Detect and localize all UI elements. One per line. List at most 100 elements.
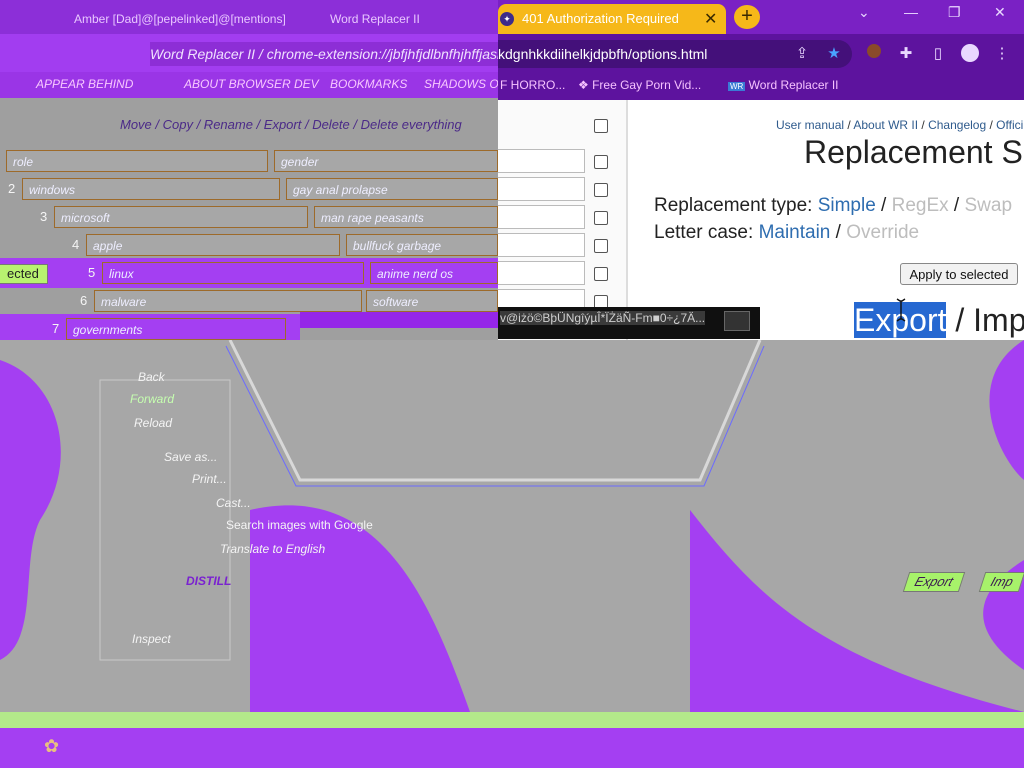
chevron-down-icon[interactable]: ⌄ [858, 4, 870, 21]
minimize-button[interactable]: — [904, 4, 918, 20]
official-link[interactable]: Offici [996, 118, 1023, 132]
ghost-row-number: 4 [72, 237, 80, 252]
text-cursor-icon [896, 298, 906, 322]
bookmark-label: Free Gay Porn Vid... [592, 78, 702, 92]
puzzle-icon[interactable]: ✚ [896, 44, 916, 64]
rule-input[interactable] [498, 261, 585, 285]
ghost-row-4-from[interactable]: apple [86, 234, 340, 256]
ghost-row-3-to[interactable]: man rape peasants [314, 206, 498, 228]
ctx-forward[interactable]: Forward [130, 392, 174, 406]
ghost-row-3-from[interactable]: microsoft [54, 206, 308, 228]
about-link[interactable]: About WR II [853, 118, 918, 132]
rule-input[interactable] [498, 233, 585, 257]
ghost-tab-2[interactable]: Word Replacer II [330, 6, 420, 32]
rule-checkbox[interactable] [594, 211, 608, 225]
bookmark-star-icon[interactable]: ★ [824, 44, 844, 64]
ctx-back[interactable]: Back [138, 370, 165, 384]
new-tab-button[interactable]: + [734, 5, 760, 29]
page-title: Replacement Se [804, 134, 1024, 170]
rule-checkbox[interactable] [594, 239, 608, 253]
glitch-text: v@iżö©BþÜNgîýµÎ*ÏŻäÑ-Fm■0÷¿7Ä... [500, 311, 706, 325]
ctx-print[interactable]: Print... [192, 472, 227, 486]
ghost-selected-label[interactable]: ected [0, 264, 48, 284]
ghost-row-number: 7 [52, 321, 60, 336]
ghost-tab-1[interactable]: Amber [Dad]@[pepelinked]@[mentions] [74, 6, 286, 32]
ghost-import-button[interactable]: Imp [978, 572, 1024, 592]
bookmark-horror[interactable]: F HORRO... [500, 78, 565, 92]
rule-input[interactable] [498, 177, 585, 201]
close-tab-icon[interactable]: ✕ [704, 9, 717, 29]
extension-avatar-icon[interactable] [864, 44, 884, 64]
ghost-browser-window: Amber [Dad]@[pepelinked]@[mentions] Word… [0, 0, 498, 340]
bookmark-word-replacer[interactable]: WR Word Replacer II [728, 78, 838, 92]
ghost-row-4-to[interactable]: bullfuck garbage [346, 234, 498, 256]
replacement-type-label: Replacement type: [654, 195, 818, 216]
letter-case-maintain[interactable]: Maintain [759, 222, 831, 243]
close-window-button[interactable]: ✕ [994, 4, 1006, 21]
bookmark-favicon-icon: ❖ [578, 78, 593, 92]
rule-checkbox[interactable] [594, 267, 608, 281]
share-icon[interactable]: ⇪ [792, 44, 812, 64]
ghost-bookmark-1[interactable]: APPEAR BEHIND [36, 77, 133, 91]
rule-checkbox[interactable] [594, 155, 608, 169]
tab-active[interactable]: ✦ 401 Authorization Required ✕ [498, 4, 726, 34]
ghost-row-7-from[interactable]: governments [66, 318, 286, 340]
ghost-row-1-to[interactable]: gender [274, 150, 498, 172]
rule-input[interactable] [498, 149, 585, 173]
export-import-row: Export / Imp [854, 302, 1024, 339]
taskbar-app-icon[interactable]: ✿ [44, 736, 59, 757]
glitch-bar: v@iżö©BþÜNgîýµÎ*ÏŻäÑ-Fm■0÷¿7Ä... [498, 307, 760, 339]
ctx-translate[interactable]: Translate to English [220, 542, 325, 556]
ghost-row-6-from[interactable]: malware [94, 290, 362, 312]
bookmark-label: Word Replacer II [748, 78, 839, 92]
profile-icon[interactable] [960, 44, 980, 64]
glitch-box [724, 311, 750, 331]
letter-case-override[interactable]: Override [846, 222, 919, 243]
url-text: kdgnhkkdiihelkjdpbfh/options.html [498, 46, 708, 62]
ghost-export-button[interactable]: Export [902, 572, 965, 592]
ghost-bookmark-2[interactable]: ABOUT BROWSER DEV [184, 77, 319, 91]
select-all-checkbox[interactable] [594, 119, 608, 133]
ghost-row-2-from[interactable]: windows [22, 178, 280, 200]
user-manual-link[interactable]: User manual [776, 118, 844, 132]
menu-icon[interactable]: ⋮ [992, 44, 1012, 64]
ghost-row-number: 2 [8, 181, 16, 196]
wr-logo-icon: WR [728, 82, 746, 91]
replacement-type-regex[interactable]: RegEx [892, 195, 949, 216]
tab-title: 401 Authorization Required [522, 11, 679, 26]
sidepanel-icon[interactable]: ▯ [928, 44, 948, 64]
replacement-type-simple[interactable]: Simple [818, 195, 876, 216]
ctx-cast[interactable]: Cast... [216, 496, 251, 510]
ghost-row-5-from[interactable]: linux [102, 262, 364, 284]
ghost-list-toolbar[interactable]: Move / Copy / Rename / Export / Delete /… [120, 114, 462, 136]
browser-window: ✦ 401 Authorization Required ✕ + ⌄ — ❐ ✕… [498, 0, 1024, 340]
rule-input[interactable] [498, 205, 585, 229]
restore-button[interactable]: ❐ [948, 4, 961, 21]
ctx-search-images[interactable]: Search images with Google [226, 518, 373, 532]
rule-checkbox[interactable] [594, 183, 608, 197]
ctx-save-as[interactable]: Save as... [164, 450, 217, 464]
import-link[interactable]: / Imp [946, 302, 1024, 338]
page-content: User manual / About WR II / Changelog / … [498, 100, 1024, 340]
ghost-row-5-to[interactable]: anime nerd os [370, 262, 498, 284]
taskbar-stripe [0, 712, 1024, 728]
ctx-distill[interactable]: DISTILL [186, 574, 231, 588]
bookmark-free-gay-porn[interactable]: ❖ Free Gay Porn Vid... [578, 78, 701, 92]
changelog-link[interactable]: Changelog [928, 118, 986, 132]
ghost-row-number: 3 [40, 209, 48, 224]
rules-list-strip [498, 100, 628, 340]
ghost-bookmark-4[interactable]: SHADOWS OF HORRO... [424, 77, 498, 91]
ctx-reload[interactable]: Reload [134, 416, 172, 430]
ghost-row-1-from[interactable]: role [6, 150, 268, 172]
ghost-url[interactable]: Word Replacer II / chrome-extension://jb… [150, 42, 498, 66]
replacement-type-swap[interactable]: Swap [965, 195, 1013, 216]
replacement-type-row: Replacement type: Simple / RegEx / Swap [654, 195, 1013, 216]
ctx-inspect[interactable]: Inspect [132, 632, 171, 646]
apply-to-selected-button[interactable]: Apply to selected [900, 263, 1018, 285]
ghost-bookmark-3[interactable]: BOOKMARKS [330, 77, 407, 91]
ghost-row-6-to[interactable]: software [366, 290, 498, 312]
letter-case-label: Letter case: [654, 222, 759, 243]
ghost-row-2-to[interactable]: gay anal prolapse [286, 178, 498, 200]
ghost-row-number: 5 [88, 265, 96, 280]
ghost-glitch-band [300, 312, 498, 328]
